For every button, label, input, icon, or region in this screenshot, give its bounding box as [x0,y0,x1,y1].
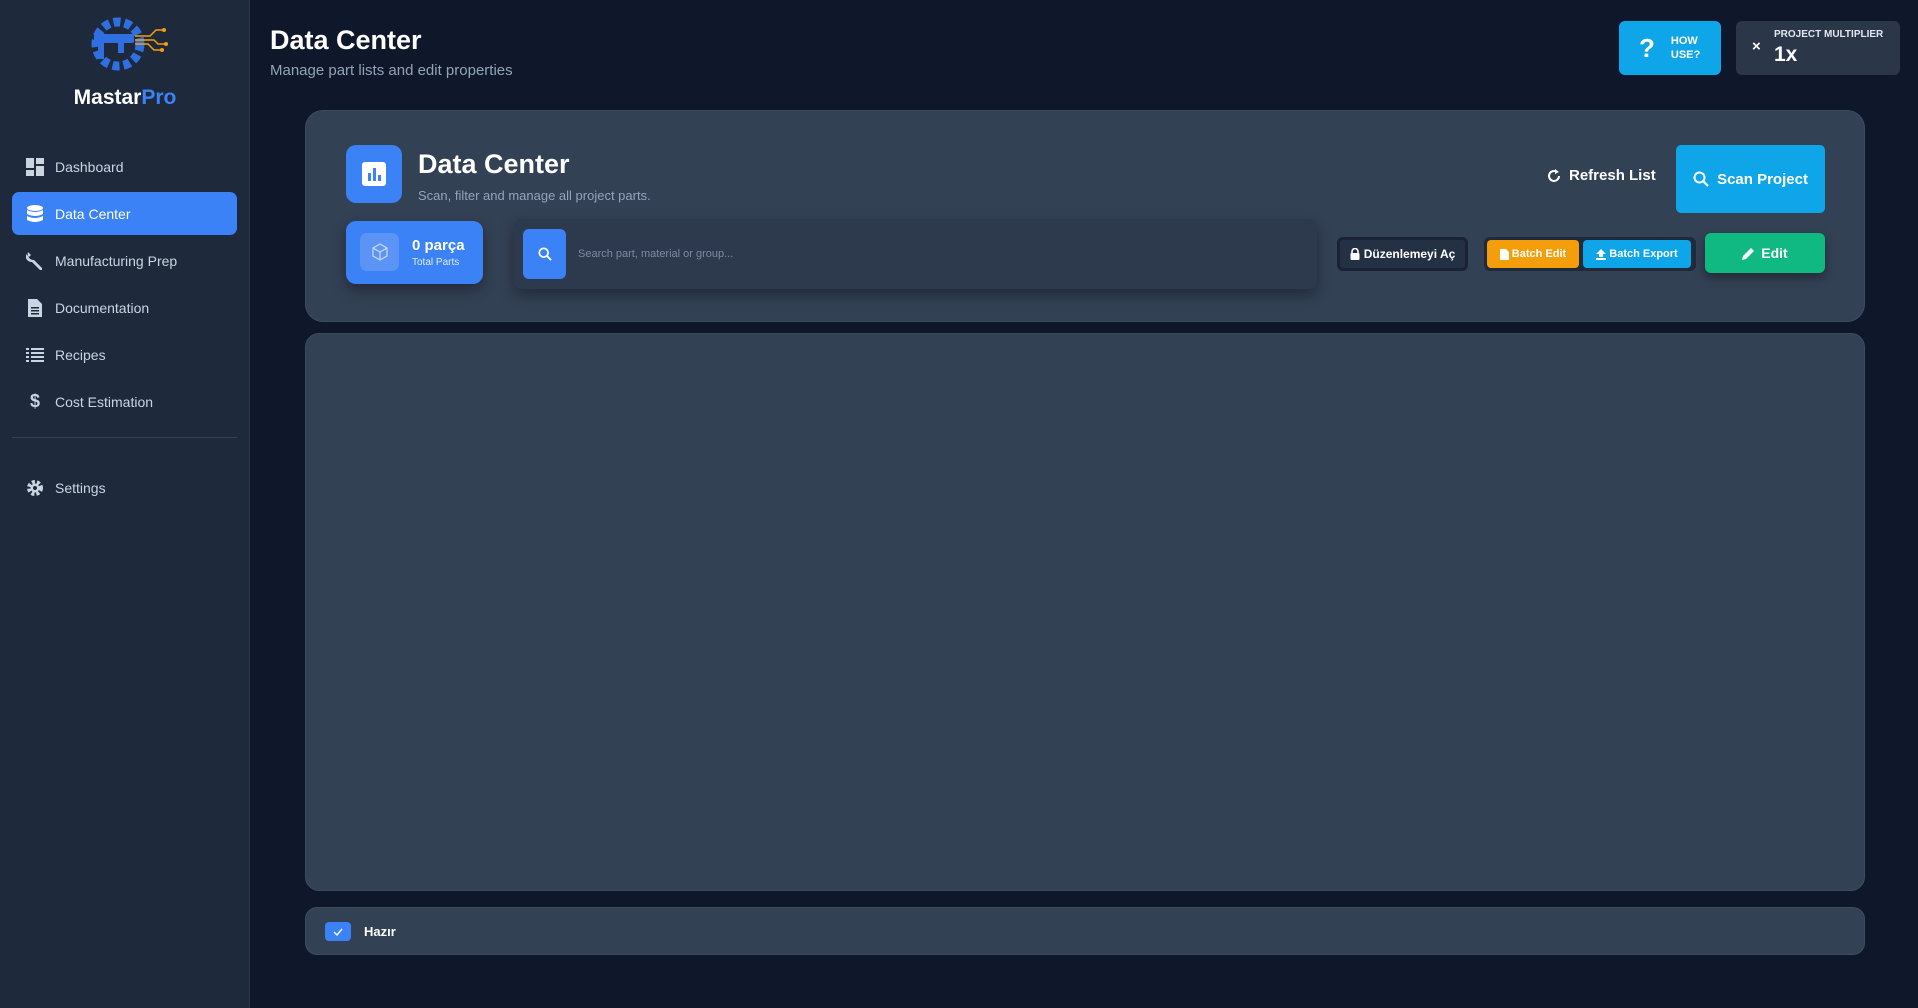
cube-icon [360,233,399,271]
scan-project-button[interactable]: Scan Project [1676,145,1825,213]
project-multiplier-label: PROJECT MULTIPLIER [1774,29,1884,40]
page-subtitle: Manage part lists and edit properties [270,62,513,79]
page-title: Data Center [270,25,422,55]
multiply-icon: × [1752,38,1761,55]
logo-icon [91,17,168,71]
search-icon [1693,171,1709,187]
batch-actions-group: Batch Edit Batch Export [1484,237,1696,271]
dollar-icon: $ [29,391,40,411]
question-icon: ? [1639,32,1655,63]
project-multiplier[interactable]: × PROJECT MULTIPLIER 1x [1736,21,1900,75]
sidebar-nav: Dashboard Data Center Manufacturing Prep… [12,145,237,513]
document-icon [25,298,45,318]
search-bar [514,219,1317,289]
sidebar-item-cost-estimation[interactable]: $ Cost Estimation [12,380,237,423]
refresh-icon [1548,168,1560,182]
dashboard-icon [25,157,45,177]
batch-edit-button[interactable]: Batch Edit [1487,240,1579,268]
sidebar-item-dashboard[interactable]: Dashboard [12,145,237,188]
chart-icon [346,145,402,203]
upload-icon [1596,248,1607,260]
sidebar-item-settings[interactable]: Settings [12,466,237,509]
sidebar: MastarPro Dashboard Data Center Manufact… [0,0,250,1008]
total-parts-label: Total Parts [412,257,460,268]
database-icon [25,204,45,224]
project-multiplier-value: 1x [1774,43,1798,66]
sidebar-item-label: Documentation [55,299,150,316]
edit-label: Edit [1761,245,1788,261]
status-bar: Hazır [305,907,1865,955]
batch-export-label: Batch Export [1609,248,1678,260]
file-icon [1499,248,1509,260]
panel-title: Data Center [418,149,570,179]
wrench-icon [25,251,45,271]
sidebar-item-data-center[interactable]: Data Center [12,192,237,235]
sidebar-item-label: Dashboard [55,158,124,175]
pencil-icon [1742,247,1755,260]
parts-list-panel [305,333,1865,891]
sidebar-item-label: Manufacturing Prep [55,252,178,269]
search-input[interactable] [578,239,1278,269]
status-text: Hazır [364,924,396,939]
check-icon [333,928,343,936]
search-button[interactable] [523,229,566,279]
status-checkbox[interactable] [325,922,351,941]
unlock-editing-label: Düzenlemeyi Aç [1363,247,1456,261]
sidebar-item-recipes[interactable]: Recipes [12,333,237,376]
brand: MastarPro [0,10,250,110]
search-icon [537,247,552,261]
sidebar-item-label: Data Center [55,205,131,222]
sidebar-item-documentation[interactable]: Documentation [12,286,237,329]
list-icon [25,345,45,365]
sidebar-divider [12,437,237,438]
how-to-use-button[interactable]: ? HOW USE? [1619,21,1721,75]
batch-edit-label: Batch Edit [1511,248,1567,260]
sidebar-item-label: Cost Estimation [55,393,154,410]
lock-icon [1350,248,1360,260]
brand-name: MastarPro [73,86,177,109]
data-center-toolbar-card: Data Center Scan, filter and manage all … [305,110,1865,322]
scan-project-label: Scan Project [1717,170,1808,188]
sidebar-item-label: Recipes [55,346,106,363]
sidebar-item-manufacturing-prep[interactable]: Manufacturing Prep [12,239,237,282]
refresh-list-button[interactable]: Refresh List [1546,167,1656,184]
batch-export-button[interactable]: Batch Export [1583,240,1691,268]
unlock-editing-button[interactable]: Düzenlemeyi Aç [1337,237,1468,271]
edit-button[interactable]: Edit [1705,233,1825,273]
how-to-use-label: HOW USE? [1670,35,1701,61]
sidebar-item-label: Settings [55,479,106,496]
total-parts-count: 0 parça [412,237,465,254]
refresh-list-label: Refresh List [1569,167,1656,184]
gear-icon [25,478,45,498]
panel-subtitle: Scan, filter and manage all project part… [418,188,651,203]
total-parts-badge: 0 parça Total Parts [346,221,483,284]
